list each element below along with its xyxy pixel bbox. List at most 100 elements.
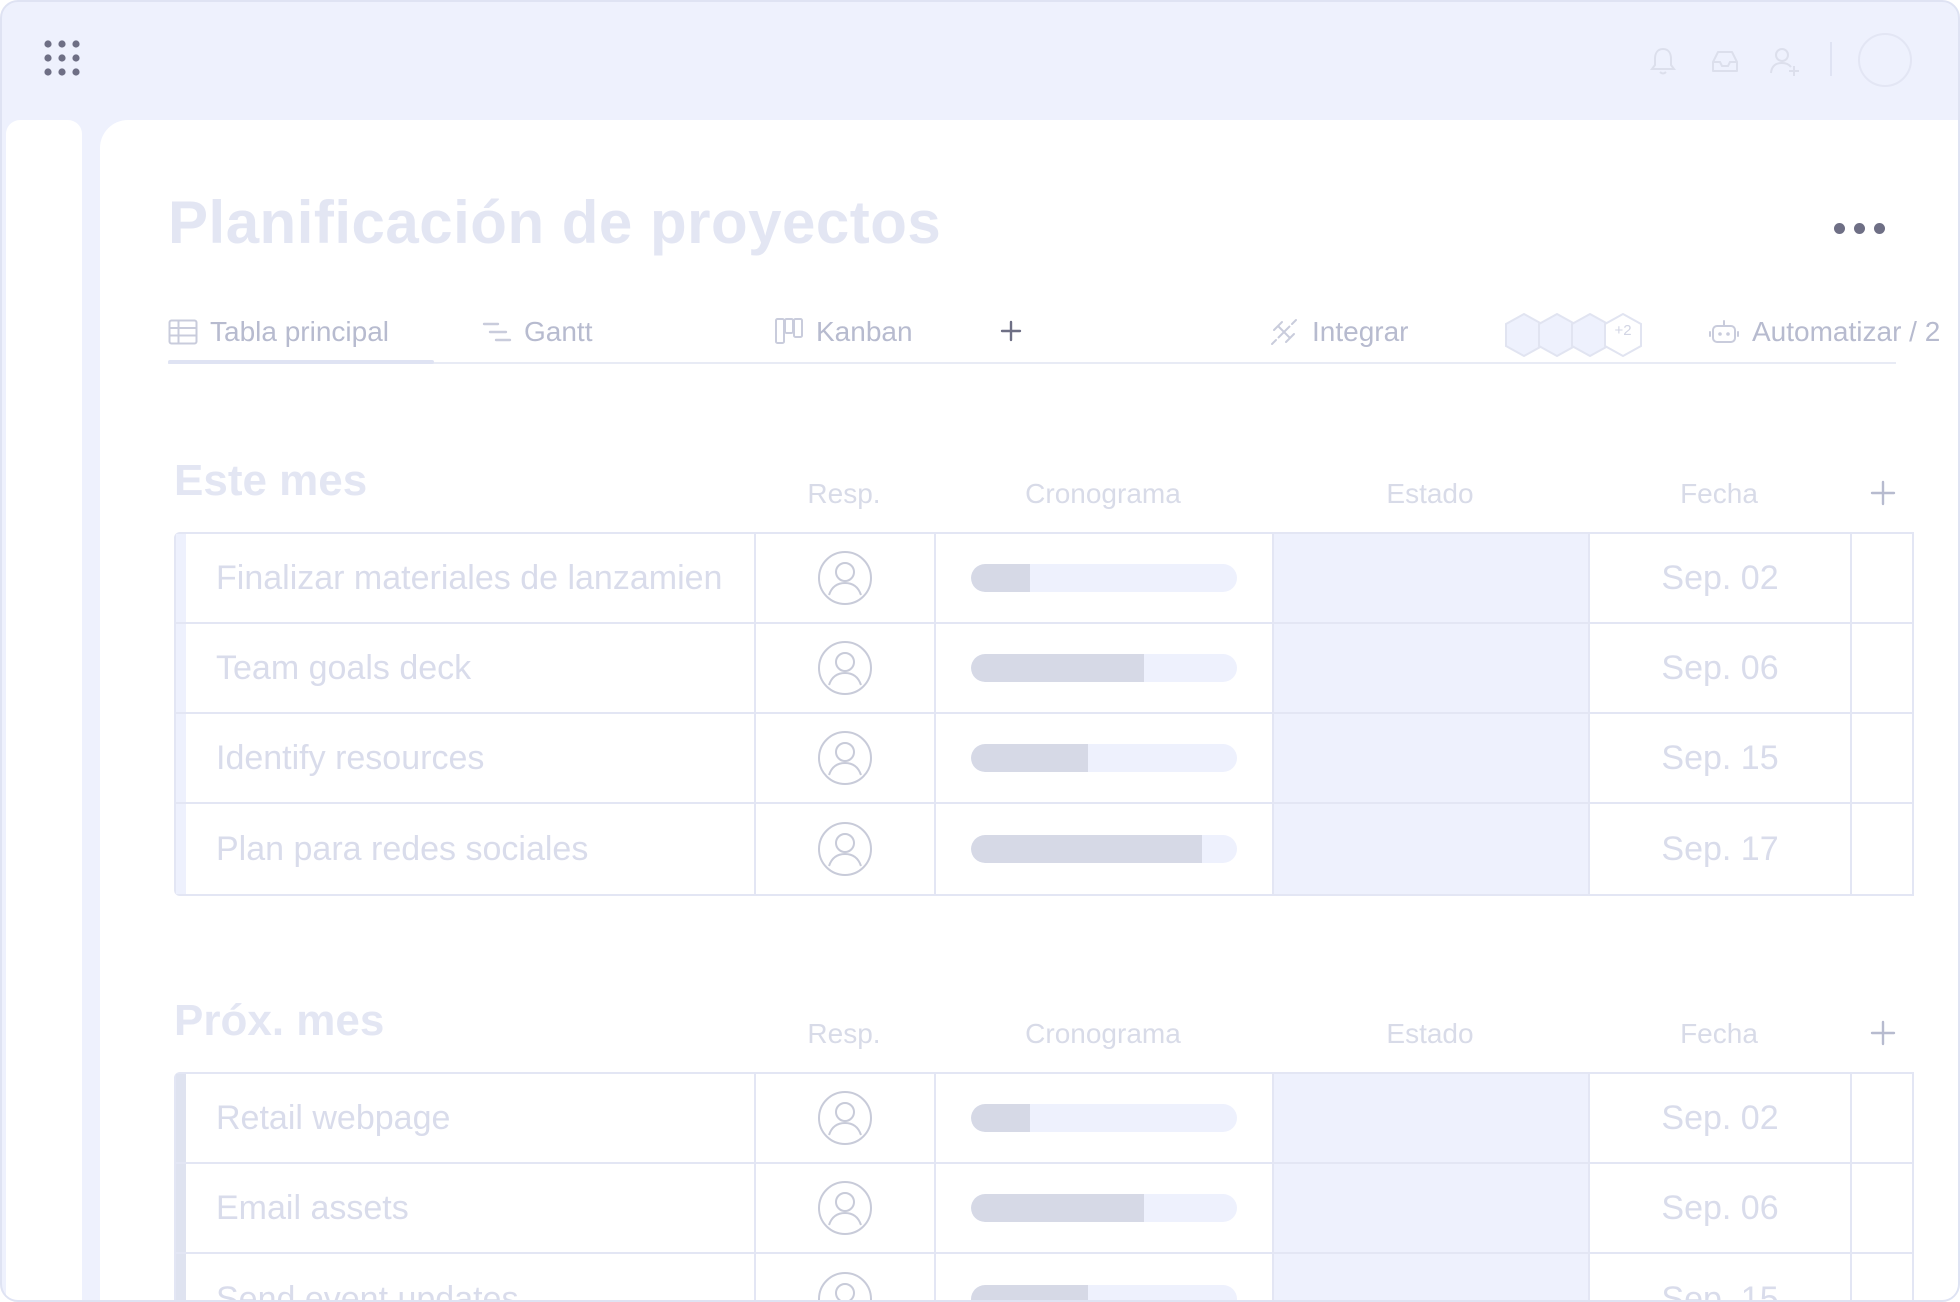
column-header-date[interactable]: Fecha — [1588, 1018, 1850, 1050]
column-header-timeline[interactable]: Cronograma — [934, 1018, 1272, 1050]
status-cell[interactable] — [1274, 624, 1590, 712]
user-avatar[interactable] — [1858, 33, 1912, 87]
timeline-bar — [971, 654, 1237, 682]
item-name[interactable]: Identify resources — [186, 714, 756, 802]
row-end-cell — [1852, 1164, 1914, 1252]
timeline-progress — [971, 744, 1089, 772]
group-title[interactable]: Próx. mes — [174, 996, 384, 1046]
column-header-date[interactable]: Fecha — [1588, 478, 1850, 510]
timeline-cell[interactable] — [936, 624, 1274, 712]
owner-cell[interactable] — [756, 1074, 936, 1162]
item-name[interactable]: Team goals deck — [186, 624, 756, 712]
status-cell[interactable] — [1274, 1164, 1590, 1252]
kanban-icon — [775, 318, 803, 344]
view-tabs: Tabla principal Gantt Kanban Integrar +2… — [168, 300, 1940, 364]
table-row[interactable]: Plan para redes sociales Sep. 17 — [176, 804, 1912, 894]
status-cell[interactable] — [1274, 804, 1590, 894]
date-cell[interactable]: Sep. 06 — [1590, 1164, 1852, 1252]
table-row[interactable]: Team goals deck Sep. 06 — [176, 624, 1912, 714]
table-row[interactable]: Email assets Sep. 06 — [176, 1164, 1912, 1254]
table-row[interactable]: Send event updates Sep. 15 — [176, 1254, 1914, 1300]
row-end-cell — [1852, 1254, 1914, 1300]
item-name[interactable]: Email assets — [186, 1164, 756, 1252]
date-cell[interactable]: Sep. 06 — [1590, 624, 1852, 712]
automate-button[interactable]: Automatizar / 2 — [1708, 300, 1940, 364]
timeline-bar — [971, 564, 1237, 592]
integrations-extra-count: +2 — [1614, 322, 1632, 339]
bell-icon[interactable] — [1646, 44, 1680, 78]
person-avatar-icon — [818, 822, 872, 876]
timeline-bar — [971, 1194, 1237, 1222]
timeline-cell[interactable] — [936, 1074, 1274, 1162]
item-name[interactable]: Finalizar materiales de lanzamien — [186, 534, 756, 622]
add-view-icon[interactable] — [994, 314, 1028, 348]
group-title[interactable]: Este mes — [174, 456, 367, 506]
column-header-timeline[interactable]: Cronograma — [934, 478, 1272, 510]
table-icon — [168, 319, 198, 345]
date-cell[interactable]: Sep. 17 — [1590, 804, 1852, 894]
timeline-progress — [971, 1285, 1089, 1300]
timeline-progress — [971, 1194, 1144, 1222]
group-table: Finalizar materiales de lanzamien Sep. 0… — [174, 532, 1914, 896]
column-header-status[interactable]: Estado — [1272, 1018, 1588, 1050]
table-row[interactable]: Finalizar materiales de lanzamien Sep. 0… — [176, 534, 1912, 624]
timeline-bar — [971, 744, 1237, 772]
page-title: Planificación de proyectos — [168, 189, 942, 256]
table-row[interactable]: Identify resources Sep. 15 — [176, 714, 1912, 804]
owner-cell[interactable] — [756, 534, 936, 622]
timeline-progress — [971, 564, 1030, 592]
person-avatar-icon — [818, 551, 872, 605]
person-avatar-icon — [818, 1181, 872, 1235]
status-cell[interactable] — [1274, 1074, 1590, 1162]
group-table: Retail webpage Sep. 02 Email assets Sep.… — [174, 1072, 1914, 1300]
item-name[interactable]: Send event updates — [186, 1254, 756, 1300]
status-cell[interactable] — [1274, 714, 1590, 802]
integrate-button[interactable]: Integrar — [1268, 300, 1409, 364]
timeline-progress — [971, 654, 1144, 682]
date-cell[interactable]: Sep. 15 — [1590, 714, 1852, 802]
timeline-cell[interactable] — [936, 1164, 1274, 1252]
top-bar — [2, 2, 1958, 120]
owner-cell[interactable] — [756, 714, 936, 802]
app-window: Planificación de proyectos Tabla princip… — [0, 0, 1960, 1302]
integrate-icon — [1271, 319, 1297, 345]
timeline-progress — [971, 835, 1203, 863]
date-cell[interactable]: Sep. 02 — [1590, 534, 1852, 622]
person-avatar-icon — [818, 641, 872, 695]
column-header-status[interactable]: Estado — [1272, 478, 1588, 510]
owner-cell[interactable] — [756, 1164, 936, 1252]
add-column-icon[interactable] — [1866, 1016, 1900, 1050]
tab-gantt[interactable]: Gantt — [482, 300, 592, 364]
add-column-icon[interactable] — [1866, 476, 1900, 510]
automate-label: Automatizar / 2 — [1752, 316, 1941, 347]
column-header-owner[interactable]: Resp. — [754, 1018, 934, 1050]
owner-cell[interactable] — [756, 1254, 936, 1300]
left-sidebar — [6, 120, 82, 1300]
status-cell[interactable] — [1274, 1254, 1590, 1300]
person-avatar-icon — [818, 1272, 872, 1300]
timeline-cell[interactable] — [936, 804, 1274, 894]
gantt-icon — [482, 322, 512, 342]
owner-cell[interactable] — [756, 624, 936, 712]
item-name[interactable]: Retail webpage — [186, 1074, 756, 1162]
item-name[interactable]: Plan para redes sociales — [186, 804, 756, 894]
row-end-cell — [1852, 1074, 1914, 1162]
tab-kanban[interactable]: Kanban — [774, 300, 913, 364]
owner-cell[interactable] — [756, 804, 936, 894]
status-cell[interactable] — [1274, 534, 1590, 622]
timeline-cell[interactable] — [936, 1254, 1274, 1300]
timeline-cell[interactable] — [936, 534, 1274, 622]
table-row[interactable]: Retail webpage Sep. 02 — [176, 1074, 1912, 1164]
row-end-cell — [1852, 804, 1914, 894]
tab-tabla-principal[interactable]: Tabla principal — [168, 300, 389, 364]
column-header-owner[interactable]: Resp. — [754, 478, 934, 510]
timeline-cell[interactable] — [936, 714, 1274, 802]
date-cell[interactable]: Sep. 02 — [1590, 1074, 1852, 1162]
date-cell[interactable]: Sep. 15 — [1590, 1254, 1852, 1300]
inbox-icon[interactable] — [1708, 44, 1742, 78]
topbar-divider — [1830, 42, 1832, 76]
invite-user-icon[interactable] — [1768, 44, 1802, 78]
apps-grid-icon[interactable] — [42, 38, 82, 78]
more-options-button[interactable] — [1834, 218, 1886, 238]
timeline-progress — [971, 1104, 1030, 1132]
